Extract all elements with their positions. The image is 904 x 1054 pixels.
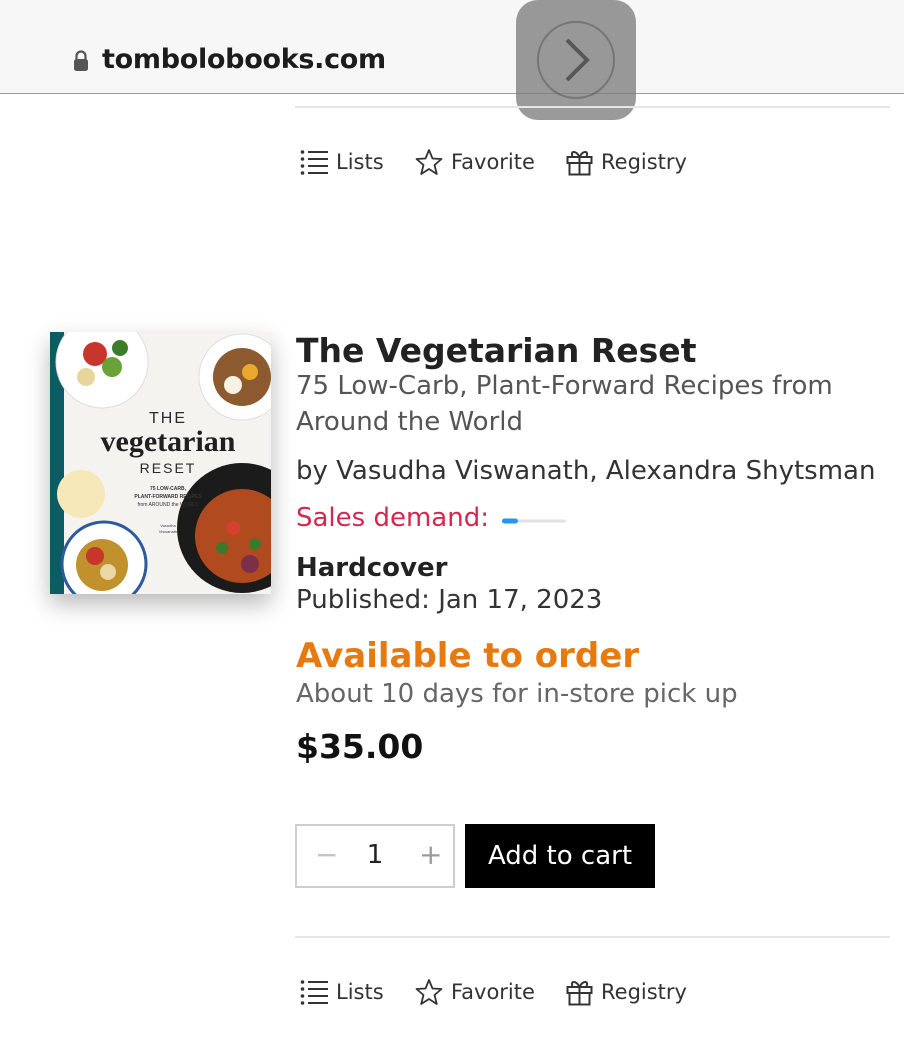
cover-blurb-3: from AROUND the WORLD bbox=[137, 502, 199, 508]
cover-title-main: vegetarian bbox=[101, 425, 236, 458]
registry-label: Registry bbox=[601, 150, 687, 174]
gift-icon bbox=[566, 981, 593, 1006]
url-text: tombolobooks.com bbox=[102, 44, 386, 75]
availability-status: Available to order bbox=[296, 636, 640, 676]
favorite-label: Favorite bbox=[451, 980, 535, 1004]
gift-icon bbox=[566, 151, 593, 176]
sales-demand-meter bbox=[502, 518, 566, 524]
book-price: $35.00 bbox=[296, 727, 424, 766]
increment-button[interactable]: + bbox=[419, 838, 442, 871]
cover-blurb-1: 75 LOW-CARB, bbox=[150, 486, 187, 492]
favorite-button[interactable]: Favorite bbox=[415, 145, 535, 179]
sales-demand-label: Sales demand: bbox=[296, 503, 489, 533]
book-authors[interactable]: by Vasudha Viswanath, Alexandra Shytsman bbox=[296, 456, 875, 486]
browser-address-bar[interactable]: tombolobooks.com bbox=[0, 0, 904, 94]
list-icon bbox=[300, 980, 328, 1005]
cover-blurb-2: PLANT-FORWARD RECIPES bbox=[134, 494, 202, 500]
star-icon bbox=[415, 149, 443, 175]
book-title[interactable]: The Vegetarian Reset bbox=[296, 331, 696, 370]
publish-date: Published: Jan 17, 2023 bbox=[296, 585, 603, 615]
cover-author-2: Viswanath bbox=[159, 529, 177, 534]
favorite-button[interactable]: Favorite bbox=[415, 975, 535, 1009]
list-icon bbox=[300, 150, 328, 175]
add-to-cart-label: Add to cart bbox=[487, 841, 633, 871]
favorite-label: Favorite bbox=[451, 150, 535, 174]
registry-button[interactable]: Registry bbox=[566, 145, 687, 179]
lists-button[interactable]: Lists bbox=[300, 975, 384, 1009]
book-format: Hardcover bbox=[296, 553, 448, 583]
chevron-right-icon bbox=[537, 21, 615, 99]
lists-button[interactable]: Lists bbox=[300, 145, 384, 179]
forward-button[interactable] bbox=[516, 0, 636, 120]
lock-icon bbox=[74, 50, 88, 71]
lists-label: Lists bbox=[336, 980, 384, 1004]
lists-label: Lists bbox=[336, 150, 384, 174]
cover-title-reset: RESET bbox=[140, 460, 197, 476]
add-to-cart-button[interactable]: Add to cart bbox=[465, 824, 655, 888]
pickup-note: About 10 days for in-store pick up bbox=[296, 679, 738, 709]
divider bbox=[295, 106, 890, 108]
cover-author-1: Vasudha bbox=[160, 523, 176, 528]
quantity-stepper[interactable]: − 1 + bbox=[295, 824, 455, 888]
book-subtitle: 75 Low-Carb, Plant-Forward Recipes from … bbox=[296, 371, 833, 437]
book-cover[interactable]: THE vegetarian RESET 75 LOW-CARB, PLANT-… bbox=[50, 332, 271, 594]
star-icon bbox=[415, 979, 443, 1005]
registry-button[interactable]: Registry bbox=[566, 975, 687, 1009]
registry-label: Registry bbox=[601, 980, 687, 1004]
divider bbox=[295, 936, 890, 938]
